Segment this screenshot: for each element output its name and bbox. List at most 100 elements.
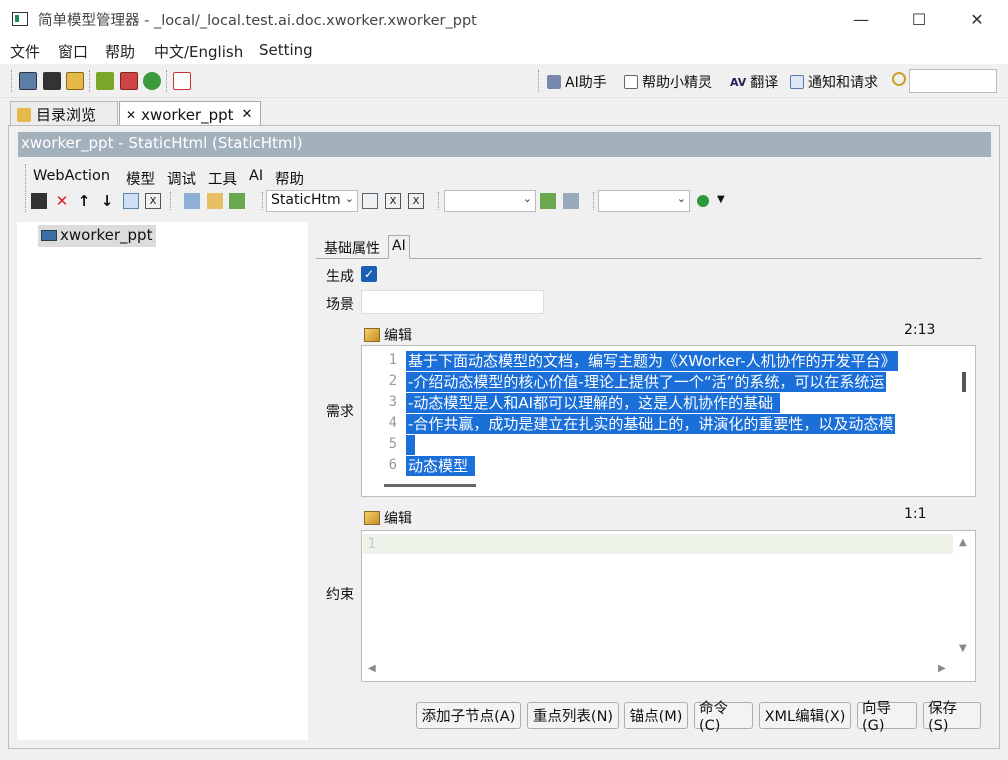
home-icon[interactable]: [19, 72, 37, 90]
anchor-button[interactable]: 锚点(M): [624, 702, 688, 729]
plugin-settings-icon[interactable]: [563, 193, 579, 209]
tab-ai[interactable]: AI: [388, 235, 410, 259]
scroll-down-icon[interactable]: ▼: [959, 643, 967, 654]
chevron-down-icon: ⌄: [676, 192, 686, 205]
inner-menu-tools[interactable]: 工具: [208, 168, 237, 189]
flag-icon[interactable]: [229, 193, 245, 209]
pdf-icon[interactable]: [173, 72, 191, 90]
translate-icon: AV: [730, 75, 747, 89]
minimize-button[interactable]: —: [832, 0, 890, 38]
window-title: 简单模型管理器 - _local/_local.test.ai.doc.xwor…: [38, 13, 477, 29]
generate-checkbox[interactable]: ✓: [361, 266, 377, 282]
type-combo-value: StaticHtm: [271, 192, 341, 208]
menu-window[interactable]: 窗口: [58, 41, 88, 62]
line-number: 5: [388, 436, 397, 452]
run-plugin-icon[interactable]: [540, 193, 556, 209]
requirement-code-area[interactable]: 1 基于下面动态模型的文档，编写主题为《XWorker-人机协作的开发平台》 2…: [363, 347, 956, 477]
constraint-label: 约束: [326, 587, 354, 603]
translate-button[interactable]: AV 翻译: [730, 72, 778, 92]
search-icon[interactable]: [892, 72, 906, 86]
toolbar-separator: [593, 192, 594, 210]
copy-icon[interactable]: [123, 193, 139, 209]
cursor-position-1: 2:13: [904, 322, 936, 338]
requirement-editor[interactable]: 1 基于下面动态模型的文档，编写主题为《XWorker-人机协作的开发平台》 2…: [361, 345, 976, 497]
tab-close-icon[interactable]: ✕: [242, 107, 253, 122]
menu-help[interactable]: 帮助: [105, 41, 135, 62]
tab-label: xworker_ppt: [141, 105, 234, 124]
edit-button-2[interactable]: 编辑: [364, 508, 412, 528]
inner-menu-help[interactable]: 帮助: [275, 168, 304, 189]
scroll-right-icon[interactable]: ▶: [938, 663, 946, 674]
book-icon: [624, 75, 638, 89]
line-number: 3: [388, 394, 397, 410]
code-line[interactable]: -合作共赢，成功是建立在扎实的基础上的，讲演化的重要性，以及动态模: [406, 414, 896, 434]
add-child-node-button[interactable]: 添加子节点(A): [416, 702, 521, 729]
code-line[interactable]: -动态模型是人和AI都可以理解的，这是人机协作的基础: [406, 393, 780, 413]
menu-language[interactable]: 中文/English: [154, 41, 243, 62]
model-tree: [17, 222, 308, 740]
inner-menu-webaction[interactable]: WebAction: [33, 168, 110, 184]
combo-3[interactable]: ⌄: [598, 190, 690, 212]
code-line[interactable]: [406, 435, 415, 455]
notify-button[interactable]: 通知和请求: [790, 72, 878, 92]
menu-setting[interactable]: Setting: [259, 41, 313, 59]
save-icon[interactable]: [43, 72, 61, 90]
command-button[interactable]: 命令(C): [694, 701, 753, 734]
code-line[interactable]: -介绍动态模型的核心价值-理论上提供了一个“活”的系统，可以在系统运: [406, 372, 887, 392]
toolbar-separator: [170, 192, 171, 210]
xml-icon[interactable]: X: [385, 193, 401, 209]
attach-icon[interactable]: [362, 193, 378, 209]
tools-icon[interactable]: [96, 72, 114, 90]
globe-icon[interactable]: [143, 72, 161, 90]
mail-icon: [790, 75, 804, 89]
tab-basic-properties[interactable]: 基础属性: [321, 237, 383, 259]
scene-input[interactable]: [361, 290, 544, 314]
toolbar-grip: [11, 70, 12, 92]
horizontal-scrollbar[interactable]: [384, 484, 476, 487]
model-header: xworker_ppt - StaticHtml (StaticHtml): [18, 132, 991, 157]
line-number: 6: [388, 457, 397, 473]
tab-directory-browse[interactable]: 目录浏览: [10, 101, 118, 127]
scroll-up-icon[interactable]: ▲: [959, 537, 967, 548]
vertical-scrollbar[interactable]: [962, 372, 966, 392]
open-folder-icon[interactable]: [66, 72, 84, 90]
line-number: 4: [388, 415, 397, 431]
inner-menu-model[interactable]: 模型: [126, 168, 155, 189]
wizard-button[interactable]: 向导(G): [857, 701, 917, 734]
save-button[interactable]: 保存(S): [923, 701, 981, 734]
run-icon[interactable]: [697, 195, 709, 207]
code-line[interactable]: 动态模型: [406, 456, 475, 476]
xml-export-icon[interactable]: X: [408, 193, 424, 209]
move-down-icon[interactable]: ↓: [99, 192, 115, 210]
xml-icon[interactable]: X: [145, 193, 161, 209]
helper-button[interactable]: 帮助小精灵: [624, 72, 712, 92]
run-dropdown-icon[interactable]: ▼: [717, 194, 725, 205]
scene-label: 场景: [326, 297, 354, 313]
inner-menu-ai[interactable]: AI: [249, 168, 263, 184]
line-number: 2: [388, 373, 397, 389]
maximize-button[interactable]: ☐: [890, 0, 948, 38]
delete-icon[interactable]: ✕: [54, 192, 70, 210]
line-number: 1: [388, 352, 397, 368]
debug-icon[interactable]: [120, 72, 138, 90]
xml-edit-button[interactable]: XML编辑(X): [759, 702, 851, 729]
tab-xworker-ppt[interactable]: ✕ xworker_ppt ✕: [119, 101, 261, 127]
constraint-editor[interactable]: 1 ▲ ▼ ◀ ▶: [361, 530, 976, 682]
edit-button-1[interactable]: 编辑: [364, 325, 412, 345]
ai-assistant-button[interactable]: AI助手: [547, 72, 607, 92]
scroll-left-icon[interactable]: ◀: [368, 663, 376, 674]
menu-file[interactable]: 文件: [10, 41, 40, 62]
search-input[interactable]: [909, 69, 997, 93]
requirement-label: 需求: [326, 404, 354, 420]
bookmark-icon[interactable]: [207, 193, 223, 209]
save-icon[interactable]: [31, 193, 47, 209]
inner-menu-debug[interactable]: 调试: [167, 168, 196, 189]
close-button[interactable]: ✕: [948, 0, 1006, 38]
outline-icon[interactable]: [184, 193, 200, 209]
key-list-button[interactable]: 重点列表(N): [527, 702, 619, 729]
combo-2[interactable]: ⌄: [444, 190, 536, 212]
cursor-position-2: 1:1: [904, 506, 927, 522]
move-up-icon[interactable]: ↑: [76, 192, 92, 210]
type-combo[interactable]: StaticHtm ⌄: [266, 190, 358, 212]
code-line[interactable]: 基于下面动态模型的文档，编写主题为《XWorker-人机协作的开发平台》: [406, 351, 898, 371]
